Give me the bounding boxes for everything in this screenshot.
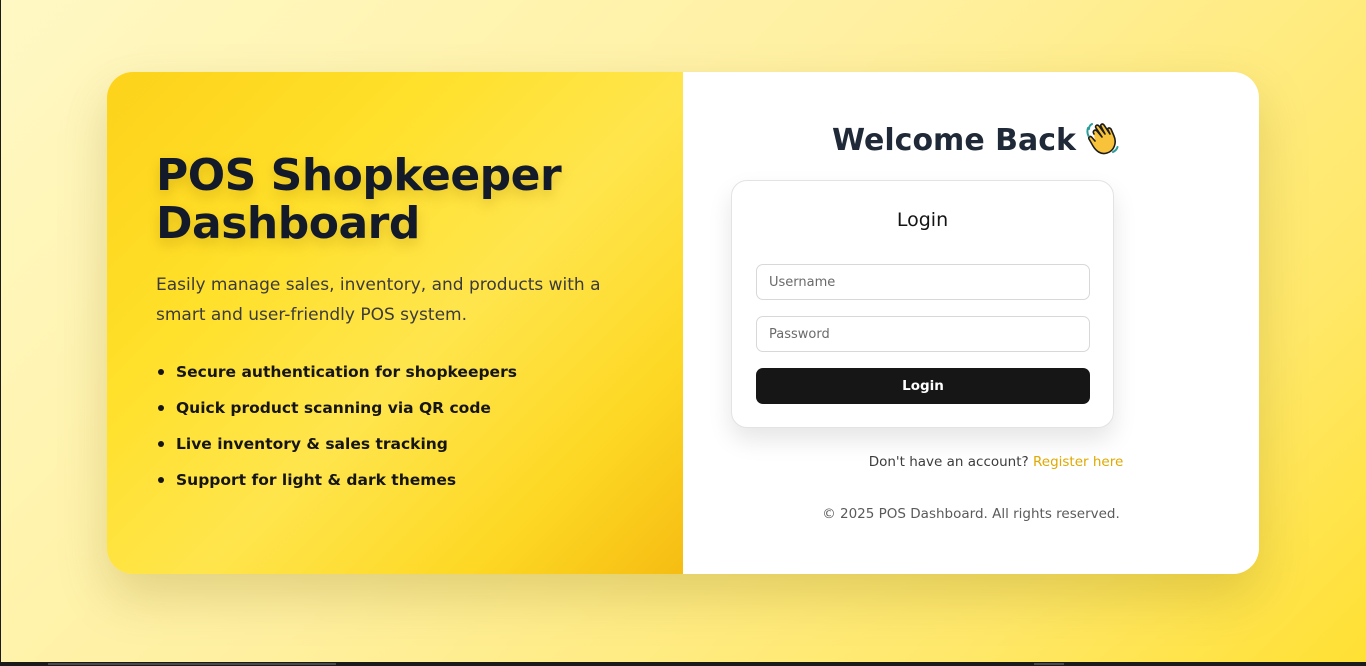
register-prompt: Don't have an account? Register here (683, 454, 1259, 470)
login-form-title: Login (896, 209, 949, 231)
welcome-heading: Welcome Back (683, 120, 1259, 161)
copyright-text: © 2025 POS Dashboard. All rights reserve… (683, 506, 1259, 522)
taskbar-strip (0, 662, 1366, 666)
feature-item: Secure authentication for shopkeepers (158, 362, 683, 382)
copyright-label: © 2025 POS Dashboard. All rights reserve… (822, 506, 1120, 522)
hero-title-line2: Dashboard (156, 198, 420, 249)
feature-list: Secure authentication for shopkeepers Qu… (156, 362, 683, 490)
taskbar-segment (1034, 663, 1064, 665)
hero-title: POS Shopkeeper Dashboard (156, 152, 683, 248)
welcome-text: Welcome Back (832, 123, 1076, 158)
hero-title-line1: POS Shopkeeper (156, 150, 562, 201)
login-card: POS Shopkeeper Dashboard Easily manage s… (107, 72, 1259, 574)
login-button[interactable]: Login (756, 368, 1090, 404)
register-link[interactable]: Register here (1033, 454, 1123, 470)
register-prompt-text: Don't have an account? (868, 454, 1029, 470)
taskbar-segment (48, 663, 336, 665)
hero-panel: POS Shopkeeper Dashboard Easily manage s… (107, 72, 683, 574)
username-input[interactable] (756, 264, 1090, 300)
waving-hand-icon (1086, 123, 1119, 155)
feature-item: Support for light & dark themes (158, 470, 683, 490)
password-input[interactable] (756, 316, 1090, 352)
login-form: Login Login (731, 180, 1114, 428)
feature-item: Quick product scanning via QR code (158, 398, 683, 418)
hero-description: Easily manage sales, inventory, and prod… (156, 275, 601, 325)
auth-panel: Welcome Back Login Login Don't have an a… (683, 72, 1259, 574)
feature-item: Live inventory & sales tracking (158, 434, 683, 454)
